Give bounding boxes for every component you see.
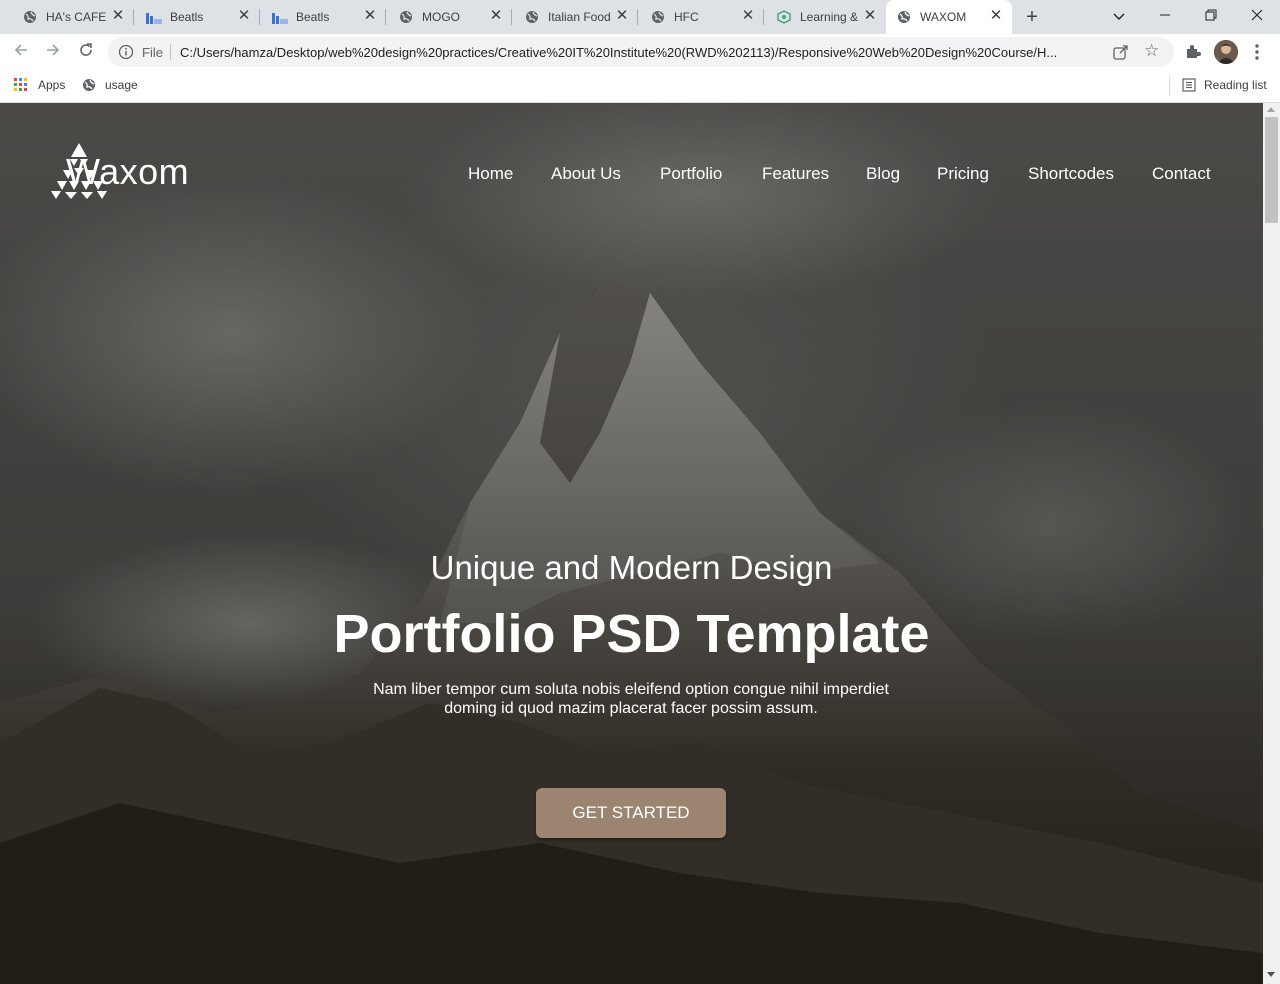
tab-beatls-2[interactable]: Beatls ✕ [262, 0, 386, 34]
reload-button[interactable] [76, 42, 96, 62]
apps-bookmark[interactable]: Apps [14, 78, 65, 92]
minimize-icon[interactable] [1155, 6, 1175, 26]
tab-divider [763, 9, 764, 25]
browser-toolbar: File C:/Users/hamza/Desktop/web%20design… [0, 34, 1280, 70]
globe-icon [650, 9, 666, 25]
close-tab-icon[interactable]: ✕ [488, 8, 504, 24]
nav-features[interactable]: Features [762, 164, 829, 184]
apps-label: Apps [38, 78, 66, 92]
scroll-thumb[interactable] [1265, 117, 1278, 223]
tab-hfc[interactable]: HFC ✕ [640, 0, 764, 34]
scroll-down-arrow-icon[interactable] [1267, 972, 1275, 977]
close-tab-icon[interactable]: ✕ [614, 8, 630, 24]
tab-search-icon[interactable] [1109, 6, 1129, 26]
hero-title: Portfolio PSD Template [333, 604, 930, 664]
omnibox-divider [170, 44, 171, 60]
usage-bookmark[interactable]: usage [82, 78, 138, 92]
tab-divider [259, 9, 260, 25]
tab-title: HA's CAFE [46, 10, 107, 24]
close-tab-icon[interactable]: ✕ [740, 8, 756, 24]
nav-shortcodes[interactable]: Shortcodes [1028, 164, 1114, 184]
hero-description-line-1: Nam liber tempor cum soluta nobis eleife… [373, 681, 889, 698]
globe-icon [22, 9, 38, 25]
new-tab-button[interactable]: + [1022, 7, 1042, 27]
reading-list-label: Reading list [1204, 78, 1267, 92]
beatls-icon [146, 9, 162, 25]
menu-icon[interactable] [1250, 42, 1264, 62]
forward-button[interactable] [43, 42, 63, 62]
tab-title: HFC [674, 10, 699, 24]
globe-icon [896, 9, 912, 25]
close-tab-icon[interactable]: ✕ [236, 8, 252, 24]
bookmark-star-icon[interactable]: ☆ [1144, 41, 1159, 61]
tab-strip: HA's CAFE ✕ Beatls ✕ Beatls ✕ MOGO ✕ Ita… [0, 0, 1280, 34]
tab-title: Beatls [296, 10, 330, 24]
get-started-button[interactable]: GET STARTED [536, 788, 726, 838]
tab-divider [385, 9, 386, 25]
learning-icon [776, 9, 792, 25]
tab-mogo[interactable]: MOGO ✕ [388, 0, 512, 34]
profile-avatar[interactable] [1214, 40, 1238, 64]
scroll-up-arrow-icon[interactable] [1267, 107, 1275, 112]
nav-about-us[interactable]: About Us [551, 164, 621, 184]
globe-icon [398, 9, 414, 25]
nav-contact[interactable]: Contact [1152, 164, 1211, 184]
bookmarks-divider [1169, 76, 1170, 96]
globe-icon [524, 9, 540, 25]
tab-title: Beatls [170, 10, 204, 24]
tab-waxom[interactable]: WAXOM ✕ [886, 0, 1012, 34]
hero-section: Waxom Home About Us Portfolio Features B… [0, 103, 1263, 984]
hero-description: Nam liber tempor cum soluta nobis eleife… [321, 680, 941, 718]
restore-icon[interactable] [1201, 6, 1221, 26]
tab-title: WAXOM [920, 10, 967, 24]
tab-title: Learning & [800, 10, 859, 24]
info-icon[interactable] [118, 44, 134, 60]
apps-grid-icon [14, 78, 28, 92]
globe-icon [82, 78, 96, 92]
nav-pricing[interactable]: Pricing [937, 164, 989, 184]
bookmarks-bar: Apps usage Reading list [0, 70, 1280, 103]
tab-title: MOGO [422, 10, 460, 24]
reading-list-icon [1182, 78, 1196, 92]
hero-description-line-2: doming id quod mazim placerat facer poss… [444, 700, 818, 717]
tab-learning[interactable]: Learning & ✕ [766, 0, 886, 34]
tab-divider [637, 9, 638, 25]
mountain-background [0, 103, 1263, 984]
nav-blog[interactable]: Blog [866, 164, 900, 184]
tab-italian-food[interactable]: Italian Food ✕ [514, 0, 638, 34]
tab-has-cafe[interactable]: HA's CAFE ✕ [12, 0, 134, 34]
usage-label: usage [105, 78, 138, 92]
hero-subtitle: Unique and Modern Design [430, 549, 833, 586]
close-tab-icon[interactable]: ✕ [110, 8, 126, 24]
nav-home[interactable]: Home [468, 164, 513, 184]
reading-list-button[interactable]: Reading list [1182, 78, 1267, 92]
scheme-label: File [142, 45, 163, 60]
tab-divider [133, 9, 134, 25]
close-tab-icon[interactable]: ✕ [362, 8, 378, 24]
tab-divider [511, 9, 512, 25]
beatls-icon [272, 9, 288, 25]
tab-title: Italian Food [548, 10, 610, 24]
url-text[interactable]: C:/Users/hamza/Desktop/web%20design%20pr… [180, 45, 1100, 60]
back-button[interactable] [11, 42, 31, 62]
close-tab-icon[interactable]: ✕ [862, 8, 878, 24]
nav-portfolio[interactable]: Portfolio [660, 164, 722, 184]
close-window-icon[interactable] [1247, 6, 1267, 26]
page-scrollbar[interactable] [1263, 103, 1280, 984]
logo-text[interactable]: Waxom [66, 151, 189, 193]
share-icon[interactable] [1112, 43, 1130, 61]
extensions-icon[interactable] [1184, 42, 1202, 60]
address-bar[interactable]: File C:/Users/hamza/Desktop/web%20design… [108, 37, 1174, 67]
close-tab-icon[interactable]: ✕ [988, 8, 1004, 24]
tab-beatls-1[interactable]: Beatls ✕ [136, 0, 260, 34]
